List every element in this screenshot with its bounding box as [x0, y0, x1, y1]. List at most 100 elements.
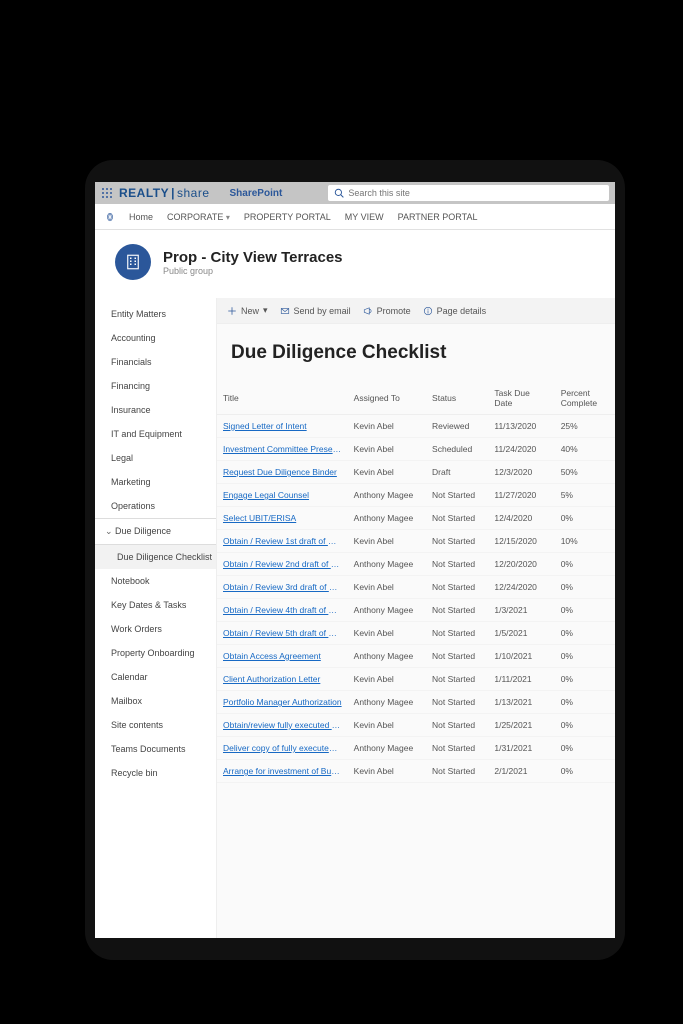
cell-title[interactable]: Signed Letter of Intent [217, 415, 348, 438]
sidebar-item[interactable]: Legal [95, 446, 216, 470]
cell-status: Not Started [426, 645, 488, 668]
cell-title[interactable]: Obtain / Review 2nd draft of Purch... [217, 553, 348, 576]
cell-assigned: Anthony Magee [348, 645, 426, 668]
sidebar-item[interactable]: Entity Matters [95, 302, 216, 326]
cell-status: Not Started [426, 668, 488, 691]
col-assigned[interactable]: Assigned To [348, 382, 426, 415]
cell-title[interactable]: Obtain / Review 5th draft of Purcha... [217, 622, 348, 645]
search-input[interactable] [348, 188, 603, 198]
cell-title[interactable]: Deliver copy of fully executed Cont... [217, 737, 348, 760]
cell-assigned: Anthony Magee [348, 553, 426, 576]
cell-assigned: Anthony Magee [348, 599, 426, 622]
sidebar-item[interactable]: Work Orders [95, 617, 216, 641]
sidebar-item[interactable]: Financing [95, 374, 216, 398]
cell-percent: 0% [555, 714, 615, 737]
table-row[interactable]: Obtain/review fully executed purch...Kev… [217, 714, 615, 737]
sidebar-item-due-diligence[interactable]: Due Diligence [95, 518, 216, 545]
sidebar-item[interactable]: Teams Documents [95, 737, 216, 761]
cell-title[interactable]: Arrange for investment of Buyer's i... [217, 760, 348, 783]
table-row[interactable]: Investment Committee PresentationKevin A… [217, 438, 615, 461]
sidebar-item[interactable]: Key Dates & Tasks [95, 593, 216, 617]
sidebar-item[interactable]: Recycle bin [95, 761, 216, 785]
nav-my-view[interactable]: MY VIEW [345, 212, 384, 222]
table-row[interactable]: Portfolio Manager AuthorizationAnthony M… [217, 691, 615, 714]
sidebar-item[interactable]: Financials [95, 350, 216, 374]
cell-due: 1/3/2021 [488, 599, 554, 622]
sidebar-item[interactable]: Marketing [95, 470, 216, 494]
nav-partner-portal[interactable]: PARTNER PORTAL [398, 212, 478, 222]
sidebar-item[interactable]: Operations [95, 494, 216, 518]
cell-assigned: Anthony Magee [348, 737, 426, 760]
site-icon[interactable] [115, 244, 151, 280]
cell-percent: 40% [555, 438, 615, 461]
sidebar-item-due-diligence-checklist[interactable]: Due Diligence Checklist [95, 545, 216, 569]
cell-title[interactable]: Client Authorization Letter [217, 668, 348, 691]
brand-logo[interactable]: RE A LTY | share [119, 186, 210, 200]
sidebar-item[interactable]: Insurance [95, 398, 216, 422]
new-button[interactable]: New ▾ [227, 305, 268, 316]
cell-title[interactable]: Obtain / Review 1st draft of Purcha... [217, 530, 348, 553]
sidebar-item[interactable]: Property Onboarding [95, 641, 216, 665]
table-row[interactable]: Obtain / Review 4th draft of Purcha...An… [217, 599, 615, 622]
promote-button[interactable]: Promote [363, 306, 411, 316]
cell-title[interactable]: Request Due Diligence Binder [217, 461, 348, 484]
table-row[interactable]: Select UBIT/ERISAAnthony MageeNot Starte… [217, 507, 615, 530]
col-percent[interactable]: Percent Complete [555, 382, 615, 415]
table-row[interactable]: Obtain / Review 3rd draft of Purcha...Ke… [217, 576, 615, 599]
site-title[interactable]: Prop - City View Terraces [163, 249, 343, 266]
sidebar-item[interactable]: IT and Equipment [95, 422, 216, 446]
cell-title[interactable]: Obtain / Review 3rd draft of Purcha... [217, 576, 348, 599]
cell-status: Not Started [426, 622, 488, 645]
nav-corporate[interactable]: CORPORATE ▾ [167, 212, 230, 222]
cell-percent: 50% [555, 461, 615, 484]
page-details-button[interactable]: Page details [423, 306, 487, 316]
table-row[interactable]: Engage Legal CounselAnthony MageeNot Sta… [217, 484, 615, 507]
search-icon [334, 188, 344, 198]
cell-title[interactable]: Obtain/review fully executed purch... [217, 714, 348, 737]
checklist-table: Title Assigned To Status Task Due Date P… [217, 382, 615, 783]
nav-property-portal[interactable]: PROPERTY PORTAL [244, 212, 331, 222]
cell-title[interactable]: Obtain / Review 4th draft of Purcha... [217, 599, 348, 622]
cell-status: Not Started [426, 484, 488, 507]
cell-due: 12/24/2020 [488, 576, 554, 599]
main-content: New ▾ Send by email Promote Page details… [217, 298, 615, 938]
cell-assigned: Kevin Abel [348, 461, 426, 484]
col-title[interactable]: Title [217, 382, 348, 415]
cell-title[interactable]: Select UBIT/ERISA [217, 507, 348, 530]
table-row[interactable]: Obtain / Review 2nd draft of Purch...Ant… [217, 553, 615, 576]
col-status[interactable]: Status [426, 382, 488, 415]
sidebar-item[interactable]: Accounting [95, 326, 216, 350]
table-row[interactable]: Signed Letter of IntentKevin AbelReviewe… [217, 415, 615, 438]
sidebar-item[interactable]: Mailbox [95, 689, 216, 713]
cell-percent: 0% [555, 507, 615, 530]
logo-re: RE [119, 186, 137, 200]
app-launcher-icon[interactable] [101, 187, 113, 199]
table-row[interactable]: Arrange for investment of Buyer's i...Ke… [217, 760, 615, 783]
cell-title[interactable]: Investment Committee Presentation [217, 438, 348, 461]
cell-title[interactable]: Portfolio Manager Authorization [217, 691, 348, 714]
cell-percent: 0% [555, 645, 615, 668]
table-row[interactable]: Obtain Access AgreementAnthony MageeNot … [217, 645, 615, 668]
cell-due: 1/13/2021 [488, 691, 554, 714]
cell-assigned: Kevin Abel [348, 760, 426, 783]
col-due[interactable]: Task Due Date [488, 382, 554, 415]
table-row[interactable]: Obtain / Review 5th draft of Purcha...Ke… [217, 622, 615, 645]
cell-status: Not Started [426, 507, 488, 530]
search-box[interactable] [328, 185, 609, 201]
sidebar-item[interactable]: Calendar [95, 665, 216, 689]
cell-due: 12/15/2020 [488, 530, 554, 553]
send-by-email-button[interactable]: Send by email [280, 306, 351, 316]
table-row[interactable]: Request Due Diligence BinderKevin AbelDr… [217, 461, 615, 484]
cell-title[interactable]: Obtain Access Agreement [217, 645, 348, 668]
table-row[interactable]: Client Authorization LetterKevin AbelNot… [217, 668, 615, 691]
cell-assigned: Kevin Abel [348, 668, 426, 691]
plus-icon [227, 306, 237, 316]
table-row[interactable]: Obtain / Review 1st draft of Purcha...Ke… [217, 530, 615, 553]
nav-home[interactable]: Home [129, 212, 153, 222]
cell-title[interactable]: Engage Legal Counsel [217, 484, 348, 507]
sharepoint-label[interactable]: SharePoint [230, 188, 283, 199]
sidebar-item[interactable]: Notebook [95, 569, 216, 593]
cell-percent: 0% [555, 599, 615, 622]
sidebar-item[interactable]: Site contents [95, 713, 216, 737]
table-row[interactable]: Deliver copy of fully executed Cont...An… [217, 737, 615, 760]
